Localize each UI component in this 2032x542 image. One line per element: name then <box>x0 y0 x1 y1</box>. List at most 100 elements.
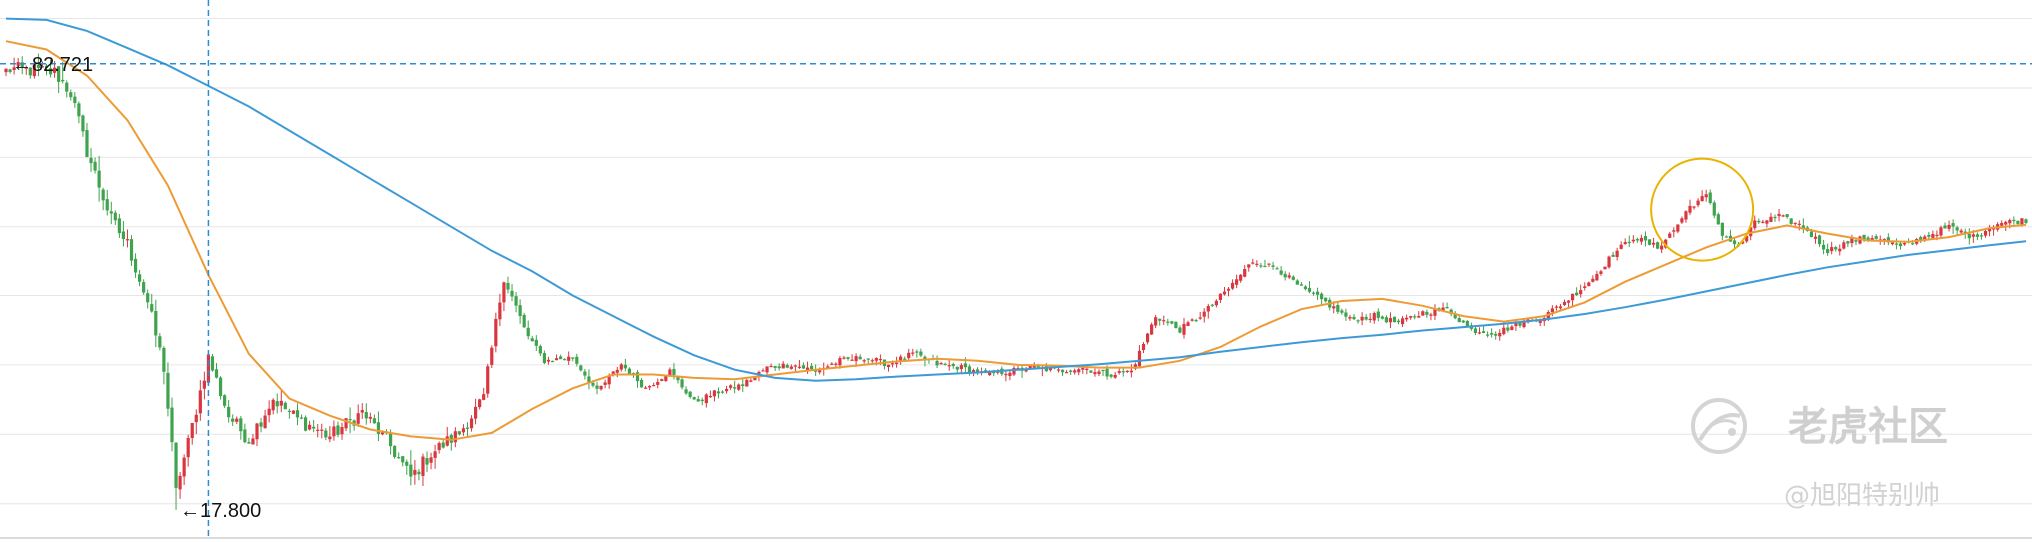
candle-body-192 <box>781 363 785 369</box>
candle-111 <box>453 427 457 448</box>
candle-body-79 <box>324 430 328 438</box>
candle-157 <box>639 377 644 388</box>
candle-63 <box>259 418 263 433</box>
candle-body-313 <box>1271 265 1275 267</box>
candle-402 <box>1631 235 1635 244</box>
candle-body-319 <box>1295 280 1299 285</box>
candle-body-469 <box>1902 243 1907 245</box>
candle-411 <box>1668 231 1672 239</box>
candle-25 <box>105 189 109 216</box>
candle-16 <box>69 89 73 101</box>
candle-body-401 <box>1627 241 1631 244</box>
candle-body-427 <box>1732 240 1737 245</box>
candle-body-234 <box>951 364 955 367</box>
candle-309 <box>1255 260 1259 267</box>
candle-body-188 <box>765 366 769 373</box>
candle-61 <box>251 434 255 445</box>
candle-74 <box>303 415 308 432</box>
candle-body-263 <box>1069 370 1073 372</box>
candle-133 <box>542 350 547 365</box>
candle-body-231 <box>939 363 943 365</box>
candle-body-67 <box>275 401 279 407</box>
candle-body-30 <box>125 239 130 241</box>
candle-body-449 <box>1821 244 1826 250</box>
candle-341 <box>1384 315 1388 324</box>
candle-body-446 <box>1809 231 1814 238</box>
candle-body-273 <box>1109 374 1113 377</box>
candle-110 <box>449 433 453 451</box>
candle-226 <box>919 348 923 358</box>
candle-198 <box>805 361 810 374</box>
candle-body-136 <box>554 358 559 361</box>
candle-282 <box>1145 332 1150 345</box>
candle-230 <box>935 355 939 369</box>
candle-body-178 <box>724 388 729 392</box>
candle-434 <box>1761 219 1765 224</box>
candle-body-173 <box>704 394 708 404</box>
candle-285 <box>1158 318 1162 326</box>
candle-body-132 <box>538 346 542 354</box>
candle-body-478 <box>1939 227 1943 236</box>
candle-body-282 <box>1145 333 1150 343</box>
candle-44 <box>182 454 186 486</box>
candle-body-125 <box>510 290 514 297</box>
candle-156 <box>635 370 640 388</box>
candle-body-82 <box>336 425 340 435</box>
candle-20 <box>85 122 89 158</box>
candle-body-161 <box>656 381 660 385</box>
candle-body-451 <box>1830 247 1834 252</box>
candle-347 <box>1409 315 1413 320</box>
candle-body-440 <box>1785 214 1789 218</box>
candle-207 <box>842 355 846 360</box>
candle-body-385 <box>1562 301 1567 306</box>
candle-body-384 <box>1558 306 1563 309</box>
candle-302 <box>1226 287 1231 297</box>
candle-197 <box>801 362 806 370</box>
candle-153 <box>623 358 627 372</box>
candle-body-352 <box>1429 314 1433 316</box>
candle-body-367 <box>1490 333 1494 335</box>
candle-body-349 <box>1417 316 1421 318</box>
candle-72 <box>295 403 300 426</box>
candle-body-432 <box>1753 220 1757 229</box>
candle-178 <box>724 385 729 394</box>
candle-body-85 <box>348 419 352 421</box>
watermark-author: @旭阳特别帅 <box>1784 481 1940 511</box>
candle-body-345 <box>1400 318 1405 325</box>
candle-body-272 <box>1105 368 1109 377</box>
candle-265 <box>1077 367 1081 376</box>
candle-body-107 <box>437 443 441 451</box>
candle-body-248 <box>1008 372 1012 377</box>
candle-134 <box>546 356 551 365</box>
candle-278 <box>1129 364 1133 378</box>
candle-body-333 <box>1352 316 1356 320</box>
candle-284 <box>1154 314 1158 329</box>
candle-body-182 <box>741 384 745 387</box>
candle-body-201 <box>818 370 822 373</box>
candle-192 <box>781 361 785 369</box>
candle-57 <box>235 416 239 425</box>
candle-345 <box>1400 315 1405 328</box>
candle-body-29 <box>121 231 126 240</box>
candle-488 <box>1979 232 1984 240</box>
candle-body-96 <box>393 445 397 458</box>
candle-22 <box>93 157 97 174</box>
stock-chart[interactable]: ←82.721 ←17.800 老虎社区 @旭阳特别帅 <box>0 0 2032 542</box>
candle-89 <box>364 403 368 425</box>
candle-416 <box>1688 199 1692 216</box>
candle-body-297 <box>1206 306 1210 312</box>
candle-body-448 <box>1817 235 1822 245</box>
candle-body-347 <box>1409 316 1413 318</box>
candle-body-160 <box>652 385 656 387</box>
candle-body-482 <box>1955 227 1959 231</box>
candle-263 <box>1069 369 1073 375</box>
candle-33 <box>138 269 142 287</box>
candle-184 <box>749 378 753 383</box>
candle-142 <box>579 364 583 372</box>
candle-169 <box>688 390 692 399</box>
candle-116 <box>473 398 478 425</box>
candle-body-366 <box>1485 334 1490 336</box>
candle-262 <box>1065 370 1069 374</box>
candle-444 <box>1801 218 1805 234</box>
candle-body-416 <box>1688 205 1692 213</box>
